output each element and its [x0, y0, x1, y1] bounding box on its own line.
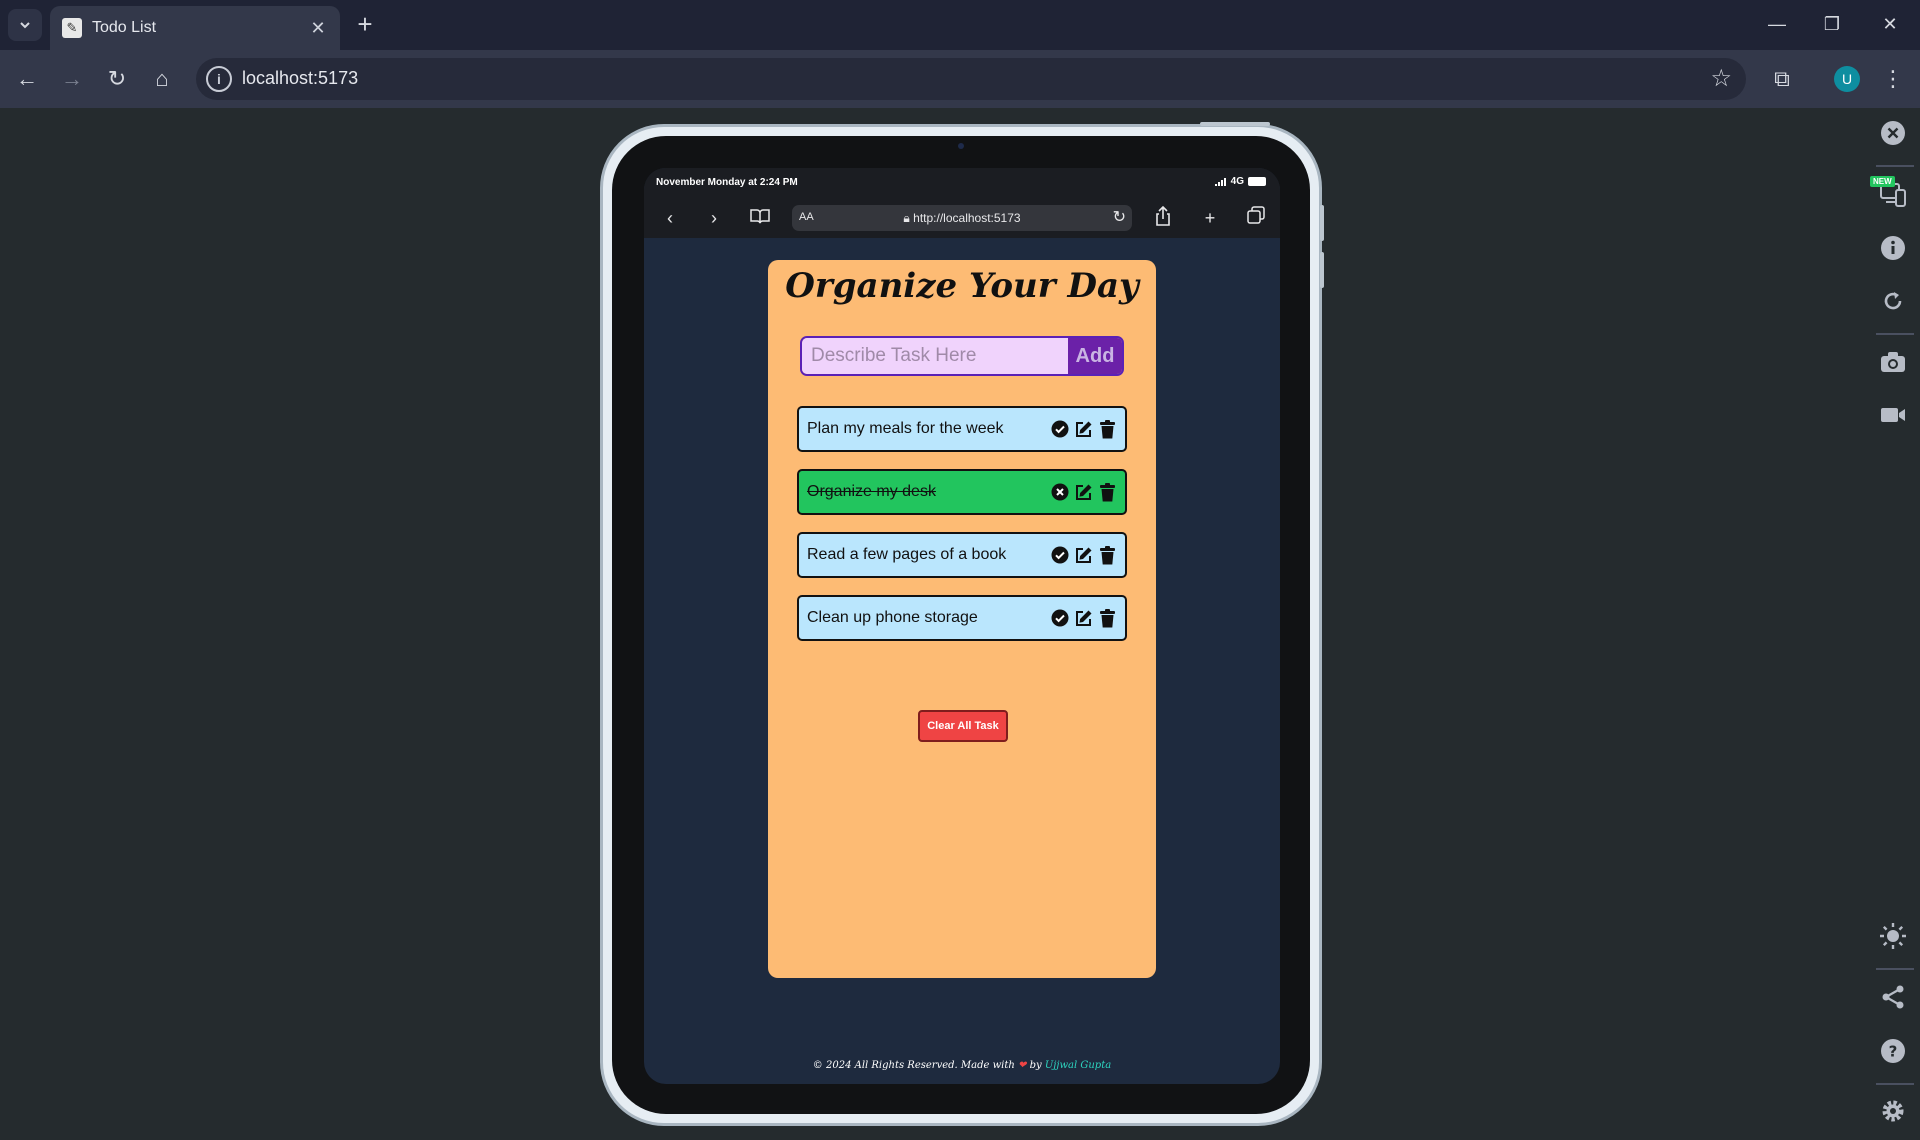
todo-item: Plan my meals for the week — [797, 406, 1127, 452]
tablet-volume-down — [1320, 252, 1324, 288]
site-info-icon[interactable]: i — [206, 66, 232, 92]
delete-trash-icon[interactable] — [1098, 482, 1117, 502]
screenshot-camera-icon[interactable] — [1878, 350, 1908, 380]
brightness-sun-icon[interactable] — [1878, 922, 1908, 952]
svg-text:?: ? — [1889, 1043, 1898, 1061]
forward-icon[interactable]: → — [57, 64, 87, 94]
strip-divider — [1876, 968, 1914, 970]
network-type: 4G — [1230, 176, 1244, 187]
undo-circle-x-icon[interactable] — [1050, 483, 1069, 502]
close-device-mode-icon[interactable] — [1878, 120, 1908, 150]
share-icon[interactable] — [1878, 984, 1908, 1014]
safari-tabs-icon[interactable] — [1244, 206, 1268, 230]
address-url: localhost:5173 — [242, 68, 359, 88]
status-indicators: 4G — [1214, 176, 1266, 187]
browser-tab[interactable]: ✎ Todo List ✕ — [50, 6, 340, 50]
menu-kebab-icon[interactable]: ⋮ — [1878, 64, 1908, 94]
todo-text: Clean up phone storage — [807, 609, 978, 626]
footer-by: by — [1029, 1060, 1042, 1071]
tablet-volume-up — [1320, 205, 1324, 241]
complete-check-icon[interactable] — [1050, 609, 1069, 628]
front-camera — [958, 143, 964, 149]
profile-avatar[interactable]: U — [1834, 66, 1860, 92]
ios-status-bar: November Monday at 2:24 PM 4G — [644, 168, 1280, 198]
todo-item: Clean up phone storage — [797, 595, 1127, 641]
todo-text: Plan my meals for the week — [807, 420, 1004, 437]
screen-record-icon[interactable] — [1878, 404, 1908, 434]
safari-share-icon[interactable] — [1151, 205, 1175, 230]
todo-actions — [1050, 419, 1117, 439]
todo-actions — [1050, 608, 1117, 628]
browser-toolbar: ← → ↻ ⌂ i localhost:5173 ☆ ⧉ ⋮ — [0, 50, 1920, 108]
todo-actions — [1050, 482, 1117, 502]
back-icon[interactable]: ← — [12, 64, 42, 94]
extensions-icon[interactable]: ⧉ — [1767, 64, 1797, 94]
strip-divider — [1876, 333, 1914, 335]
settings-gear-icon[interactable] — [1878, 1098, 1908, 1128]
safari-new-tab-icon[interactable]: + — [1198, 206, 1222, 230]
delete-trash-icon[interactable] — [1098, 545, 1117, 565]
minimize-icon[interactable]: — — [1763, 12, 1791, 38]
todo-item: Read a few pages of a book — [797, 532, 1127, 578]
home-icon[interactable]: ⌂ — [147, 64, 177, 94]
safari-url: 🔒︎ http://localhost:5173 — [792, 211, 1132, 226]
delete-trash-icon[interactable] — [1098, 419, 1117, 439]
safari-address-bar[interactable]: AA 🔒︎ http://localhost:5173 ↻ — [792, 205, 1132, 231]
heart-icon: ❤ — [1018, 1060, 1027, 1071]
restore-icon[interactable]: ❐ — [1818, 12, 1846, 38]
page-footer: © 2024 All Rights Reserved. Made with ❤ … — [644, 1060, 1280, 1071]
task-form: Add — [800, 336, 1124, 376]
todo-text: Read a few pages of a book — [807, 546, 1007, 563]
new-tab-button[interactable]: + — [352, 11, 378, 38]
footer-author-link[interactable]: Ujjwal Gupta — [1045, 1060, 1111, 1071]
address-bar[interactable]: i localhost:5173 ☆ — [196, 58, 1746, 100]
strip-divider — [1876, 1083, 1914, 1085]
bookmark-star-icon[interactable]: ☆ — [1710, 64, 1732, 93]
clear-all-button[interactable]: Clear All Task — [918, 710, 1008, 742]
task-input[interactable] — [802, 338, 1068, 374]
tab-title: Todo List — [92, 19, 157, 36]
browser-tab-bar: ✎ Todo List ✕ + — ❐ ✕ — [0, 0, 1920, 50]
tablet-top-button — [1200, 122, 1270, 126]
close-tab-icon[interactable]: ✕ — [308, 18, 328, 39]
chevron-down-icon — [20, 22, 30, 29]
reload-icon[interactable]: ↻ — [102, 64, 132, 94]
safari-forward-icon[interactable]: › — [702, 206, 726, 230]
strip-divider — [1876, 165, 1914, 167]
todo-item: Organize my desk — [797, 469, 1127, 515]
edit-icon[interactable] — [1074, 420, 1093, 439]
rotate-icon[interactable] — [1878, 288, 1908, 318]
battery-icon — [1248, 177, 1266, 186]
edit-icon[interactable] — [1074, 609, 1093, 628]
tablet-screen: November Monday at 2:24 PM 4G ‹ › AA 🔒︎ … — [644, 168, 1280, 1084]
footer-copyright: © 2024 All Rights Reserved. Made with — [812, 1060, 1015, 1071]
delete-trash-icon[interactable] — [1098, 608, 1117, 628]
edit-icon[interactable] — [1074, 546, 1093, 565]
todo-text: Organize my desk — [807, 483, 936, 500]
add-task-button[interactable]: Add — [1068, 338, 1122, 374]
page-title: Organize Your Day — [785, 266, 1139, 306]
lock-icon: 🔒︎ — [903, 211, 910, 225]
info-icon[interactable] — [1878, 235, 1908, 265]
safari-back-icon[interactable]: ‹ — [658, 206, 682, 230]
complete-check-icon[interactable] — [1050, 420, 1069, 439]
safari-reload-icon[interactable]: ↻ — [1113, 207, 1126, 227]
safari-toolbar: ‹ › AA 🔒︎ http://localhost:5173 ↻ + — [644, 198, 1280, 238]
signal-icon — [1214, 177, 1226, 186]
notepad-icon: ✎ — [62, 18, 82, 38]
help-icon[interactable]: ? — [1878, 1038, 1908, 1068]
bookmarks-book-icon[interactable] — [748, 206, 772, 230]
safari-url-text: http://localhost:5173 — [913, 211, 1021, 225]
edit-icon[interactable] — [1074, 483, 1093, 502]
new-badge: NEW — [1870, 176, 1895, 187]
tab-search-button[interactable] — [8, 9, 42, 41]
complete-check-icon[interactable] — [1050, 546, 1069, 565]
todo-card: Organize Your Day Add Plan my meals for … — [768, 260, 1156, 978]
close-window-icon[interactable]: ✕ — [1876, 12, 1904, 38]
todo-actions — [1050, 545, 1117, 565]
status-time: November Monday at 2:24 PM — [656, 177, 798, 188]
